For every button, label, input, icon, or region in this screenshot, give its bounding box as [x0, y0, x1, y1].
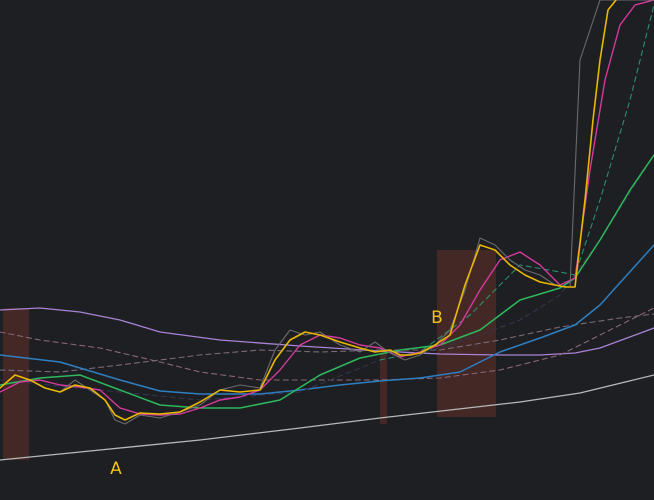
annotation-label-b: B	[431, 308, 443, 328]
chart-container: AB	[0, 0, 654, 500]
highlight-band-2	[380, 350, 387, 424]
annotation-label-a: A	[110, 459, 122, 479]
stock-chart: AB	[0, 0, 654, 500]
